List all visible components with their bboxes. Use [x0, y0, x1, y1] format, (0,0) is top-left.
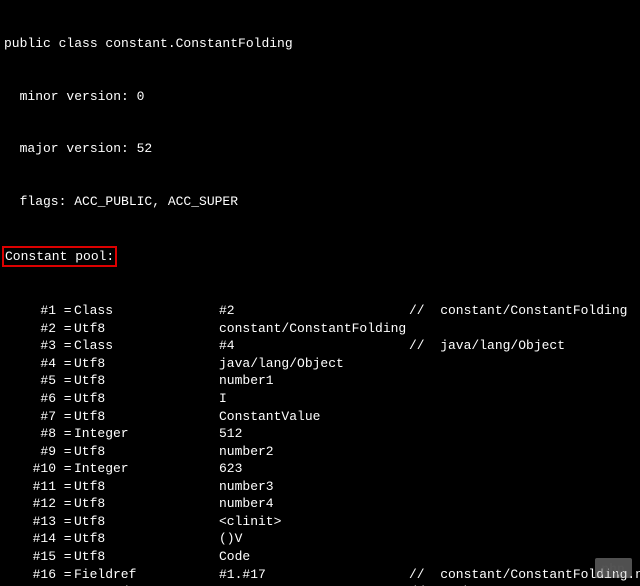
pool-index: #3 [4, 337, 56, 355]
pool-index: #13 [4, 513, 56, 531]
equals-sign: = [56, 355, 74, 373]
pool-value: constant/ConstantFolding [219, 320, 409, 338]
pool-entry: #15 = Utf8Code [4, 548, 636, 566]
class-declaration: public class constant.ConstantFolding [4, 35, 636, 53]
flags: flags: ACC_PUBLIC, ACC_SUPER [4, 193, 636, 211]
pool-type: Utf8 [74, 513, 219, 531]
equals-sign: = [56, 513, 74, 531]
pool-type: Integer [74, 460, 219, 478]
pool-type: Utf8 [74, 320, 219, 338]
pool-entry: #10 = Integer623 [4, 460, 636, 478]
pool-comment: // java/lang/Object [409, 337, 565, 355]
pool-entry: #12 = Utf8number4 [4, 495, 636, 513]
constant-pool-label-line: Constant pool: [4, 246, 636, 268]
pool-index: #5 [4, 372, 56, 390]
pool-index: #11 [4, 478, 56, 496]
pool-entry: #11 = Utf8number3 [4, 478, 636, 496]
pool-index: #12 [4, 495, 56, 513]
pool-type: Utf8 [74, 478, 219, 496]
pool-value: <clinit> [219, 513, 409, 531]
pool-index: #8 [4, 425, 56, 443]
pool-entry: #3 = Class#4// java/lang/Object [4, 337, 636, 355]
equals-sign: = [56, 443, 74, 461]
equals-sign: = [56, 408, 74, 426]
equals-sign: = [56, 425, 74, 443]
terminal-output: public class constant.ConstantFolding mi… [0, 0, 640, 586]
pool-entry: #7 = Utf8ConstantValue [4, 408, 636, 426]
equals-sign: = [56, 548, 74, 566]
pool-value: number3 [219, 478, 409, 496]
pool-value: #1.#17 [219, 566, 409, 584]
pool-index: #10 [4, 460, 56, 478]
equals-sign: = [56, 478, 74, 496]
pool-entry: #8 = Integer512 [4, 425, 636, 443]
pool-entry: #6 = Utf8I [4, 390, 636, 408]
equals-sign: = [56, 337, 74, 355]
pool-index: #14 [4, 530, 56, 548]
minor-version: minor version: 0 [4, 88, 636, 106]
pool-value: ConstantValue [219, 408, 409, 426]
pool-entry: #16 = Fieldref#1.#17// constant/Constant… [4, 566, 636, 584]
pool-type: Utf8 [74, 408, 219, 426]
pool-type: Utf8 [74, 495, 219, 513]
equals-sign: = [56, 302, 74, 320]
pool-value: number1 [219, 372, 409, 390]
pool-type: Utf8 [74, 372, 219, 390]
equals-sign: = [56, 372, 74, 390]
pool-entry: #4 = Utf8java/lang/Object [4, 355, 636, 373]
pool-type: Utf8 [74, 443, 219, 461]
equals-sign: = [56, 390, 74, 408]
pool-type: Utf8 [74, 530, 219, 548]
pool-value: 623 [219, 460, 409, 478]
pool-index: #7 [4, 408, 56, 426]
watermark-badge: php [595, 558, 633, 578]
pool-value: number2 [219, 443, 409, 461]
pool-type: Utf8 [74, 548, 219, 566]
pool-type: Utf8 [74, 390, 219, 408]
equals-sign: = [56, 320, 74, 338]
equals-sign: = [56, 495, 74, 513]
pool-value: 512 [219, 425, 409, 443]
pool-type: Fieldref [74, 566, 219, 584]
pool-index: #6 [4, 390, 56, 408]
pool-index: #16 [4, 566, 56, 584]
major-version: major version: 52 [4, 140, 636, 158]
pool-type: Integer [74, 425, 219, 443]
constant-pool-list: #1 = Class#2// constant/ConstantFolding#… [4, 302, 636, 586]
pool-index: #9 [4, 443, 56, 461]
equals-sign: = [56, 566, 74, 584]
pool-value: java/lang/Object [219, 355, 409, 373]
pool-type: Class [74, 302, 219, 320]
pool-entry: #5 = Utf8number1 [4, 372, 636, 390]
pool-entry: #13 = Utf8<clinit> [4, 513, 636, 531]
pool-entry: #14 = Utf8()V [4, 530, 636, 548]
constant-pool-label: Constant pool: [2, 246, 117, 268]
pool-value: ()V [219, 530, 409, 548]
pool-value: I [219, 390, 409, 408]
pool-comment: // constant/ConstantFolding [409, 302, 627, 320]
pool-index: #1 [4, 302, 56, 320]
pool-value: Code [219, 548, 409, 566]
pool-entry: #9 = Utf8number2 [4, 443, 636, 461]
pool-entry: #2 = Utf8constant/ConstantFolding [4, 320, 636, 338]
pool-index: #2 [4, 320, 56, 338]
pool-index: #15 [4, 548, 56, 566]
pool-value: number4 [219, 495, 409, 513]
pool-value: #4 [219, 337, 409, 355]
pool-type: Class [74, 337, 219, 355]
pool-type: Utf8 [74, 355, 219, 373]
pool-value: #2 [219, 302, 409, 320]
equals-sign: = [56, 530, 74, 548]
equals-sign: = [56, 460, 74, 478]
pool-index: #4 [4, 355, 56, 373]
pool-entry: #1 = Class#2// constant/ConstantFolding [4, 302, 636, 320]
